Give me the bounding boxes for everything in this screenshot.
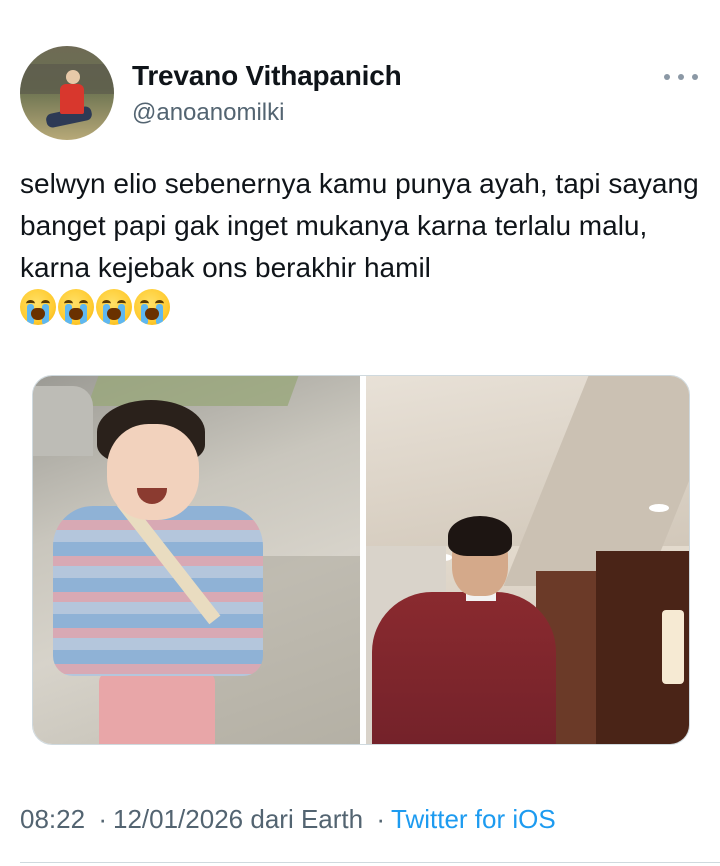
photo-child-running[interactable] [33,376,360,744]
avatar-figure-body [60,84,84,114]
meta-separator: · [376,804,385,834]
media-grid [32,375,690,745]
more-dots-icon[interactable] [664,66,698,88]
tweet-text: selwyn elio sebenernya kamu punya ayah, … [20,168,699,283]
tweet-location: dari Earth [250,804,364,834]
emoji-row [20,289,170,325]
author-handle[interactable]: @anoanomilki [132,99,284,127]
dot [678,74,684,80]
tweet-meta: 08:22 · 12/01/2026 dari Earth · Twitter fo… [20,804,556,835]
tweet-time[interactable]: 08:22 [20,804,85,834]
tweet-date[interactable]: 12/01/2026 [113,804,243,834]
avatar-figure-head [66,70,80,84]
author-display-name[interactable]: Trevano Vithapanich [132,60,402,92]
loudly-crying-face-icon [58,289,94,325]
loudly-crying-face-icon [134,289,170,325]
dot [664,74,670,80]
avatar[interactable] [20,46,114,140]
divider [20,862,720,863]
loudly-crying-face-icon [96,289,132,325]
tweet-client-link[interactable]: Twitter for iOS [391,804,556,834]
dot [692,74,698,80]
photo-man-red-suit[interactable] [366,376,689,744]
meta-separator: · [98,804,107,834]
loudly-crying-face-icon [20,289,56,325]
